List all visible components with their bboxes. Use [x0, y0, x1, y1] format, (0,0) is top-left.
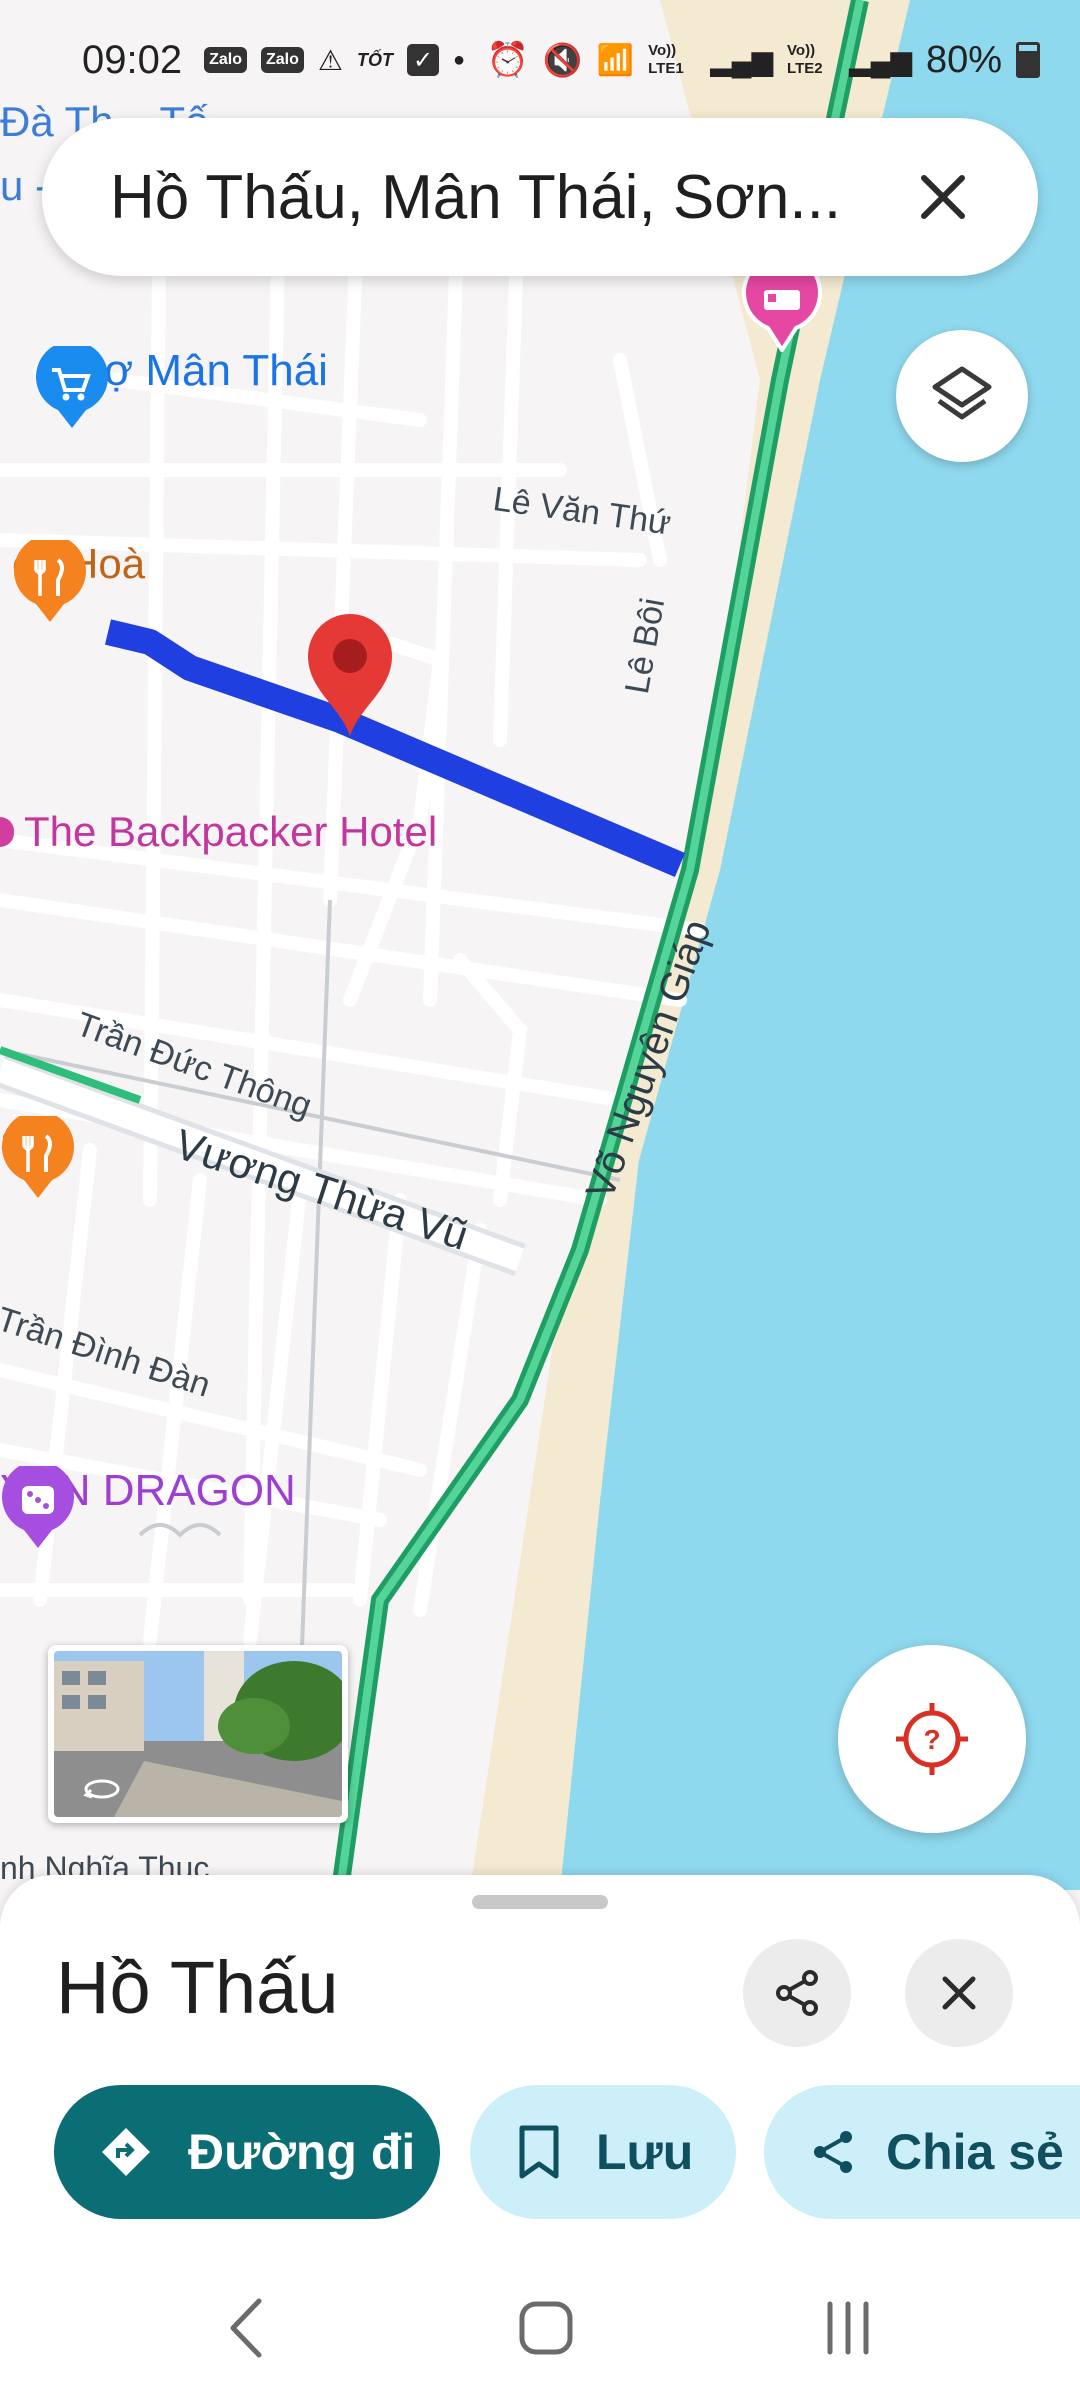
restaurant-icon: [14, 540, 86, 622]
home-button[interactable]: [486, 2278, 606, 2378]
poi-co-hoa[interactable]: cô Hoà: [12, 540, 159, 622]
close-icon: [921, 175, 965, 219]
back-button[interactable]: [186, 2278, 306, 2378]
poi-restaurant-ai[interactable]: ái: [0, 1116, 74, 1198]
search-query-text[interactable]: Hồ Thấu, Mân Thái, Sơn...: [110, 162, 908, 233]
share-button[interactable]: [743, 1939, 851, 2047]
my-location-button[interactable]: ?: [838, 1645, 1026, 1833]
place-title: Hồ Thấu: [56, 1946, 339, 2029]
location-pin-icon[interactable]: [304, 610, 396, 738]
save-label: Lưu: [596, 2124, 694, 2180]
network-lte1: Vo)) LTE1: [648, 42, 684, 77]
zalo-icon: Zalo: [261, 47, 304, 73]
status-bar: 09:02 Zalo Zalo ⚠ TỐT ✓ ● ⏰ 🔇 📶 Vo)) LTE…: [0, 0, 1080, 120]
system-nav-bar: [0, 2250, 1080, 2400]
status-time: 09:02: [82, 37, 183, 82]
bookmark-icon: [516, 2124, 562, 2180]
svg-text:?: ?: [923, 1724, 940, 1755]
rotate-360-icon: [83, 1779, 120, 1799]
share-icon: [776, 1970, 818, 2016]
map-view[interactable]: Đà Th... Tố... u - Lê Văn Thứ Lê Bôi Võ …: [0, 0, 1080, 1890]
wifi-icon: 📶: [596, 43, 635, 77]
battery-level: 80%: [925, 38, 1002, 81]
directions-button[interactable]: Đường đi: [54, 2085, 440, 2219]
recent-apps-button[interactable]: [788, 2278, 908, 2378]
share-icon: [806, 2125, 860, 2179]
signal-icon: ▂▄▆: [710, 44, 774, 76]
dice-icon: [2, 1466, 74, 1548]
tot-icon: TỐT: [357, 49, 393, 70]
location-target-icon: ?: [896, 1703, 968, 1775]
check-icon: ✓: [407, 44, 439, 76]
network-lte2: Vo)) LTE2: [787, 42, 823, 77]
poi-backpacker-hotel[interactable]: The Backpacker Hotel: [0, 808, 437, 856]
close-search-button[interactable]: [908, 162, 978, 232]
warning-icon: ⚠: [317, 44, 343, 76]
restaurant-icon: [2, 1116, 74, 1198]
sheet-drag-handle[interactable]: [472, 1895, 608, 1909]
map-canvas: [0, 0, 1080, 1890]
alarm-icon: ⏰: [486, 41, 529, 79]
directions-icon: [98, 2124, 154, 2180]
poi-label-backpacker: The Backpacker Hotel: [24, 808, 438, 855]
dot-icon: ●: [453, 48, 466, 71]
battery-icon: [1016, 42, 1040, 78]
poi-cho-man-thai[interactable]: Chợ Mân Thái: [34, 346, 328, 428]
poi-dragon[interactable]: YEN DRAGON: [0, 1466, 308, 1548]
search-bar[interactable]: Hồ Thấu, Mân Thái, Sơn...: [42, 118, 1038, 276]
layers-button[interactable]: [896, 330, 1028, 462]
signal-icon: ▂▄▆: [849, 44, 912, 76]
zalo-icon: Zalo: [204, 47, 247, 73]
mute-icon: 🔇: [542, 42, 583, 78]
hotel-marker-edge: [0, 817, 14, 847]
back-icon: [230, 2298, 262, 2358]
share-label: Chia sẻ: [886, 2124, 1064, 2180]
layers-icon: [932, 366, 992, 420]
close-sheet-button[interactable]: [905, 1939, 1013, 2047]
shopping-cart-icon: [36, 346, 108, 428]
directions-label: Đường đi: [188, 2124, 416, 2180]
home-icon: [519, 2301, 573, 2355]
street-view-thumbnail[interactable]: [48, 1645, 348, 1823]
recent-apps-icon: [827, 2301, 869, 2355]
close-icon: [942, 1976, 976, 2010]
share-chip-button[interactable]: Chia sẻ: [764, 2085, 1080, 2219]
save-button[interactable]: Lưu: [470, 2085, 736, 2219]
